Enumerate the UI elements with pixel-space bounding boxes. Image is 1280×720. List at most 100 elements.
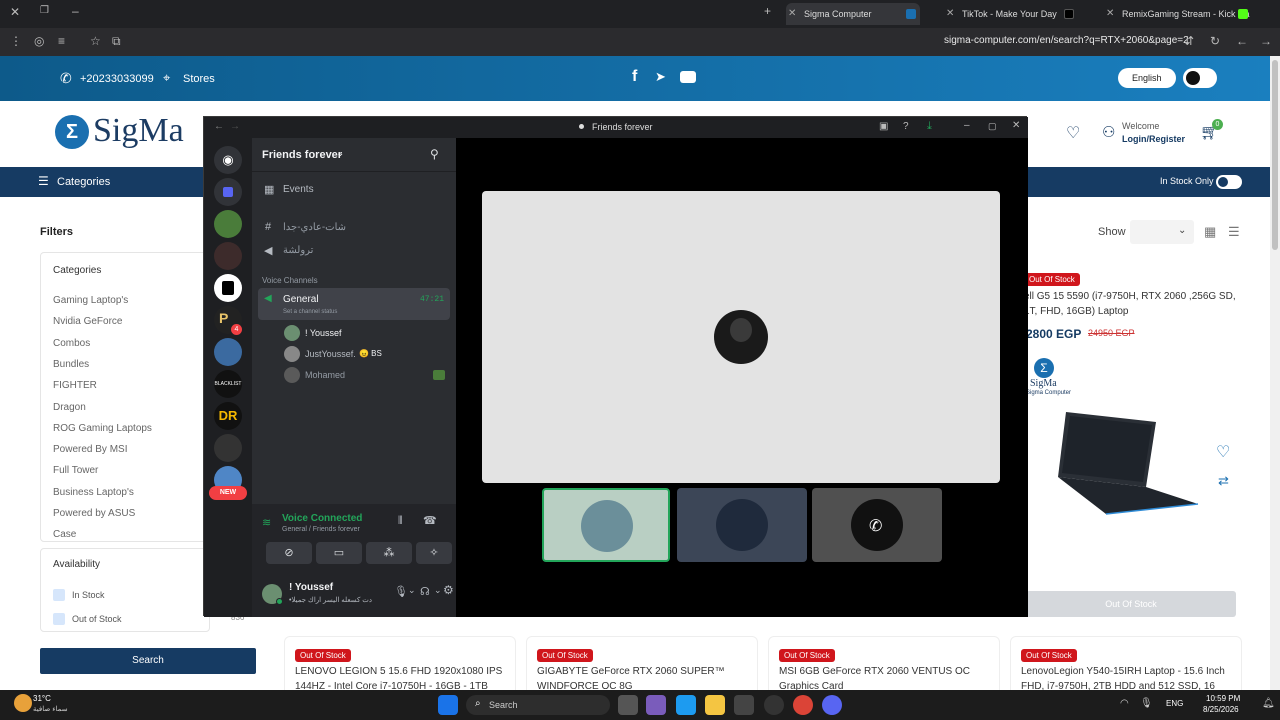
product-card[interactable]: Out Of Stock ell G5 15 5590 (i7-9750H, R… (1020, 262, 1242, 622)
out-of-stock-button[interactable]: Out Of Stock (1026, 591, 1236, 617)
url-field[interactable]: sigma-computer.com/en/search?q=RTX+2060&… (944, 35, 1189, 46)
product-card[interactable]: Out Of Stock LenovoLegion Y540-15IRH Lap… (1010, 636, 1242, 696)
notification-bell-icon[interactable]: 🔔︎ (1262, 698, 1275, 709)
weather-icon[interactable] (14, 694, 32, 712)
server-icon[interactable] (214, 338, 242, 366)
tab-sigma[interactable]: ✕ Sigma Computer (786, 3, 920, 25)
signal-icon[interactable]: ≋ (262, 516, 271, 529)
grid-view-icon[interactable]: ▦ (1204, 224, 1216, 240)
screen-share-button[interactable]: ▭ (316, 542, 362, 564)
store-icon[interactable] (734, 695, 754, 715)
text-channel[interactable]: شات-عادي-جدا (283, 222, 346, 233)
categories-menu[interactable]: Categories (57, 176, 110, 188)
voice-channels-header[interactable]: Voice Channels (262, 276, 318, 285)
page-scrollbar-thumb[interactable] (1272, 60, 1278, 250)
in-stock-checkbox[interactable] (53, 589, 65, 601)
wifi-icon[interactable]: ◠ (1120, 698, 1129, 709)
category-item[interactable]: Dragon (53, 402, 86, 413)
wishlist-heart-icon[interactable]: ♡ (1066, 123, 1080, 143)
chevron-down-icon[interactable]: ⌄ (434, 585, 442, 596)
camera-off-button[interactable]: ⊘ (266, 542, 312, 564)
server-icon[interactable] (214, 434, 242, 462)
voice-channel-secondary[interactable]: ترولشة (283, 245, 313, 256)
download-icon[interactable]: ⤓ (927, 120, 932, 133)
participant-tile[interactable] (677, 488, 807, 562)
close-tab-icon[interactable]: ✕ (1106, 3, 1114, 25)
product-card[interactable]: Out Of Stock LENOVO LEGION 5 15.6 FHD 19… (284, 636, 516, 696)
search-button[interactable]: Search (40, 648, 256, 674)
facebook-icon[interactable]: f (632, 68, 637, 86)
restore-window-icon[interactable]: ❐ (40, 5, 49, 16)
language-selector[interactable]: English (1118, 68, 1176, 88)
app-icon[interactable] (646, 695, 666, 715)
channel-status-input[interactable]: Set a channel status (283, 309, 337, 315)
new-tab-icon[interactable]: + (764, 4, 771, 18)
discord-home-icon[interactable]: ◉ (214, 146, 242, 174)
category-item[interactable]: Business Laptop's (53, 487, 134, 498)
noise-suppression-icon[interactable]: ⫴ (398, 515, 403, 528)
minimize-icon[interactable]: – (964, 120, 970, 131)
out-of-stock-checkbox[interactable] (53, 613, 65, 625)
activities-button[interactable]: ⁂ (366, 542, 412, 564)
disconnect-icon[interactable]: ☎ (423, 514, 437, 527)
settings-gear-icon[interactable]: ⚙ (443, 583, 454, 597)
server-header[interactable]: Friends forever ⌄ ⚲ (252, 138, 456, 172)
compare-icon[interactable]: ⇄ (1218, 473, 1229, 489)
edge-icon[interactable] (676, 695, 696, 715)
clock-time[interactable]: 10:59 PM (1206, 694, 1240, 703)
category-item[interactable]: Full Tower (53, 465, 98, 476)
help-icon[interactable]: ? (903, 121, 909, 132)
category-item[interactable]: Case (53, 529, 76, 540)
task-view-icon[interactable] (618, 695, 638, 715)
reload-icon[interactable]: ↻ (1210, 34, 1220, 48)
member-name[interactable]: ! Youssef (305, 328, 342, 338)
category-item[interactable]: FIGHTER (53, 380, 97, 391)
voice-connected-sub[interactable]: General / Friends forever (282, 526, 360, 533)
chevron-down-icon[interactable]: ⌄ (408, 585, 416, 596)
product-name[interactable]: ell G5 15 5590 (i7-9750H, RTX 2060 ,256G… (1024, 289, 1240, 319)
wishlist-heart-icon[interactable]: ♡ (1216, 442, 1230, 462)
voice-channel-general[interactable]: ◀ General 47:21 Set a channel status (258, 288, 450, 320)
close-tab-icon[interactable]: ✕ (788, 3, 796, 25)
forward-icon[interactable]: → (230, 121, 240, 132)
forward-icon[interactable]: → (1260, 34, 1272, 48)
list-view-icon[interactable]: ☰ (1228, 224, 1240, 240)
main-video-tile[interactable] (482, 191, 1000, 483)
server-icon[interactable] (214, 242, 242, 270)
server-icon[interactable]: BLACKLIST (214, 370, 242, 398)
chrome-icon[interactable] (793, 695, 813, 715)
close-icon[interactable]: ✕ (1012, 120, 1020, 131)
extension-icon[interactable]: ◎ (34, 34, 44, 48)
headphones-icon[interactable]: ☊ (420, 585, 430, 598)
close-tab-icon[interactable]: ✕ (946, 3, 954, 25)
participant-tile[interactable] (542, 488, 670, 562)
language-indicator[interactable]: ENG (1166, 699, 1183, 708)
product-card[interactable]: Out Of Stock GIGABYTE GeForce RTX 2060 S… (526, 636, 758, 696)
tab-tiktok[interactable]: ✕ TikTok - Make Your Day (944, 3, 1078, 25)
youtube-icon[interactable] (680, 71, 696, 83)
invite-user-icon[interactable]: ⚲ (430, 147, 439, 161)
category-item[interactable]: Combos (53, 338, 90, 349)
telegram-icon[interactable]: ➤ (655, 69, 666, 85)
server-icon[interactable] (214, 210, 242, 238)
tab-kick[interactable]: ✕ RemixGaming Stream - Kick Da (1104, 3, 1252, 25)
sigma-logo-icon[interactable]: Σ (55, 115, 89, 149)
soundboard-button[interactable]: ✧ (416, 542, 452, 564)
in-stock-toggle[interactable] (1216, 175, 1242, 189)
taskbar-search[interactable]: ⌕ Search (466, 695, 610, 715)
server-icon[interactable]: DR (214, 402, 242, 430)
product-card[interactable]: Out Of Stock MSI 6GB GeForce RTX 2060 VE… (768, 636, 1000, 696)
member-name[interactable]: Mohamed (305, 370, 345, 380)
stores-link[interactable]: Stores (183, 73, 215, 85)
back-icon[interactable]: ← (214, 121, 224, 132)
clock-date[interactable]: 8/25/2026 (1203, 705, 1239, 714)
bookmark-star-icon[interactable]: ☆ (90, 34, 101, 48)
app-icon[interactable] (764, 695, 784, 715)
server-icon[interactable] (214, 178, 242, 206)
sigma-logo-text[interactable]: SigMa (93, 112, 184, 150)
windows-start-icon[interactable] (438, 695, 458, 715)
weather-temp[interactable]: 31°C (33, 694, 51, 703)
participant-tile[interactable]: ✆ (812, 488, 942, 562)
theme-toggle[interactable] (1183, 68, 1217, 88)
category-item[interactable]: Nvidia GeForce (53, 316, 122, 327)
